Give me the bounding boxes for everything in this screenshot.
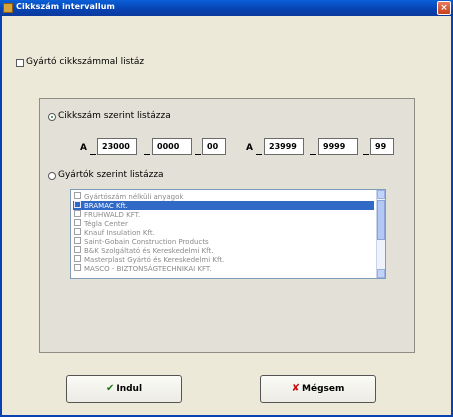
range-from-part2-input[interactable]: 0000 <box>152 138 192 155</box>
separator <box>363 154 369 155</box>
range-to-prefix: A <box>246 143 253 153</box>
list-item[interactable]: MASCO - BIZTONSÁGTECHNIKAI KFT. <box>73 264 374 273</box>
list-item-checkbox[interactable] <box>74 246 81 253</box>
list-item-checkbox[interactable] <box>74 264 81 271</box>
radio-by-sku-label: Cikkszám szerint listázza <box>58 111 171 121</box>
list-item-checkbox[interactable] <box>74 219 81 226</box>
range-from-prefix: A <box>80 143 87 153</box>
separator <box>195 154 201 155</box>
list-item[interactable]: Knauf Insulation Kft. <box>73 228 374 237</box>
manufacturer-listbox[interactable]: Gyártószám nélküli anyagok BRAMAC Kft. F… <box>70 189 386 279</box>
list-item-checkbox[interactable] <box>74 192 81 199</box>
cancel-button-label: Mégsem <box>302 384 345 394</box>
list-item-label: Masterplast Gyártó és Kereskedelmi Kft. <box>84 256 225 264</box>
selection-panel: Cikkszám szerint listázza A 23000 0000 0… <box>39 98 415 353</box>
list-item-label: MASCO - BIZTONSÁGTECHNIKAI KFT. <box>84 265 212 273</box>
range-to-part3-input[interactable]: 99 <box>370 138 394 155</box>
listbox-scrollbar[interactable] <box>376 190 385 278</box>
title-bar: Cikkszám intervallum × <box>0 0 453 16</box>
range-to-part2-input[interactable]: 9999 <box>318 138 358 155</box>
radio-by-manufacturer-label: Gyártók szerint listázza <box>58 170 164 180</box>
list-item[interactable]: Saint-Gobain Construction Products <box>73 237 374 246</box>
range-from-part3-input[interactable]: 00 <box>202 138 226 155</box>
separator <box>144 154 150 155</box>
separator <box>90 154 96 155</box>
start-button-label: Indul <box>116 384 143 394</box>
list-item-label: Knauf Insulation Kft. <box>84 229 155 237</box>
separator <box>256 154 262 155</box>
list-item-checkbox[interactable] <box>74 237 81 244</box>
app-icon <box>3 3 13 13</box>
list-item[interactable]: Gyártószám nélküli anyagok <box>73 192 374 201</box>
list-item[interactable]: B&K Szolgáltató és Kereskedelmi Kft. <box>73 246 374 255</box>
cross-icon: ✘ <box>291 383 301 394</box>
list-item-checkbox[interactable] <box>74 201 81 208</box>
list-item-label: FRUHWALD KFT. <box>84 211 141 219</box>
scroll-down-arrow-icon[interactable] <box>377 269 385 278</box>
list-item-checkbox[interactable] <box>74 228 81 235</box>
start-button[interactable]: ✔ Indul <box>66 375 182 403</box>
list-item-label: BRAMAC Kft. <box>84 202 128 210</box>
list-item-label: Tégla Center <box>84 220 128 228</box>
scroll-up-arrow-icon[interactable] <box>377 190 385 199</box>
radio-by-manufacturer[interactable] <box>48 172 56 180</box>
radio-by-sku[interactable] <box>48 113 56 121</box>
check-icon: ✔ <box>105 383 115 394</box>
range-from-part1-input[interactable]: 23000 <box>97 138 137 155</box>
separator <box>310 154 316 155</box>
list-item-checkbox[interactable] <box>74 255 81 262</box>
list-item-label: Gyártószám nélküli anyagok <box>84 193 184 201</box>
cancel-button[interactable]: ✘ Mégsem <box>260 375 376 403</box>
list-item[interactable]: BRAMAC Kft. <box>73 201 374 210</box>
window-title: Cikkszám intervallum <box>16 2 115 11</box>
manufacturer-filter-label: Gyártó cikkszámmal listáz <box>26 57 145 67</box>
list-item-label: Saint-Gobain Construction Products <box>84 238 209 246</box>
list-item[interactable]: Tégla Center <box>73 219 374 228</box>
manufacturer-filter-checkbox[interactable] <box>16 59 24 67</box>
close-button[interactable]: × <box>437 1 451 15</box>
scroll-thumb[interactable] <box>377 200 385 240</box>
list-item-label: B&K Szolgáltató és Kereskedelmi Kft. <box>84 247 214 255</box>
list-item[interactable]: FRUHWALD KFT. <box>73 210 374 219</box>
list-item-checkbox[interactable] <box>74 210 81 217</box>
range-to-part1-input[interactable]: 23999 <box>264 138 304 155</box>
list-item[interactable]: Masterplast Gyártó és Kereskedelmi Kft. <box>73 255 374 264</box>
